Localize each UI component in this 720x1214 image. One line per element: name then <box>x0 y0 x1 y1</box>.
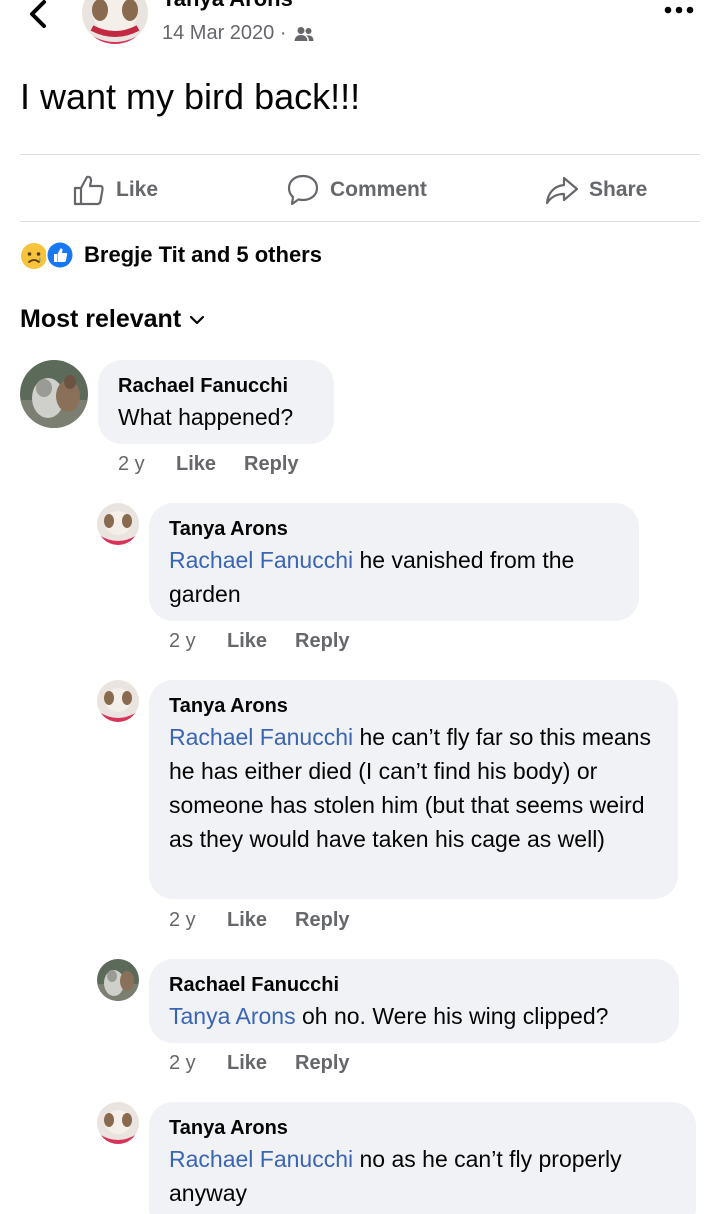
share-button-label: Share <box>589 178 648 201</box>
share-arrow-icon <box>545 176 579 205</box>
reactions-summary[interactable]: Bregje Tit and 5 others <box>20 240 322 270</box>
comment-reply-button[interactable]: Reply <box>295 630 349 653</box>
commenter-avatar[interactable] <box>97 1102 139 1144</box>
commenter-avatar[interactable] <box>97 680 139 722</box>
comment-actions: 2 y Like Reply <box>169 1052 378 1075</box>
comment-button[interactable]: Comment <box>286 170 427 210</box>
comment-like-button[interactable]: Like <box>176 453 216 476</box>
author-avatar[interactable] <box>82 0 148 44</box>
comment-like-button[interactable]: Like <box>227 630 267 653</box>
comment-bubble: Rachael Fanucchi Tanya Arons oh no. Were… <box>149 959 679 1043</box>
reactions-names: Bregje Tit and 5 others <box>84 242 322 267</box>
dog-avatar-icon <box>97 680 139 722</box>
chevron-down-icon <box>190 315 205 324</box>
comment-bubble: Rachael Fanucchi What happened? <box>98 360 334 444</box>
dogs-avatar-icon <box>20 360 88 428</box>
comment-text: What happened? <box>118 404 294 430</box>
comment-text: Rachael Fanucchi he vanished from the ga… <box>169 543 619 611</box>
comment-like-button[interactable]: Like <box>227 1052 267 1075</box>
like-button[interactable]: Like <box>72 170 158 210</box>
comment-reply-button[interactable]: Reply <box>295 909 349 932</box>
more-options-button[interactable] <box>664 6 694 14</box>
more-dots-icon <box>664 6 694 14</box>
comment-actions: 2 y Like Reply <box>118 453 327 476</box>
comment-mention-link[interactable]: Tanya Arons <box>169 1003 296 1029</box>
comment-text: Rachael Fanucchi no as he can’t fly prop… <box>169 1142 676 1210</box>
like-button-label: Like <box>116 178 159 201</box>
commenter-avatar[interactable] <box>97 959 139 1001</box>
comment-reply-button[interactable]: Reply <box>244 453 298 476</box>
dog-avatar-icon <box>82 0 148 44</box>
comment-mention-link[interactable]: Rachael Fanucchi <box>169 724 353 750</box>
comment-author[interactable]: Tanya Arons <box>169 692 658 720</box>
comment-author[interactable]: Rachael Fanucchi <box>118 372 314 400</box>
divider <box>20 154 700 155</box>
dogs-avatar-icon <box>97 959 139 1001</box>
comment-bubble: Tanya Arons Rachael Fanucchi he vanished… <box>149 503 639 621</box>
comment-time[interactable]: 2 y <box>118 453 176 476</box>
comment-actions: 2 y Like Reply <box>169 909 378 932</box>
chevron-left-icon <box>30 0 46 28</box>
comment-time[interactable]: 2 y <box>169 630 227 653</box>
friends-icon <box>294 26 314 41</box>
post-author-name[interactable]: Tanya Arons <box>162 0 293 12</box>
comment-text: Tanya Arons oh no. Were his wing clipped… <box>169 999 659 1033</box>
comment-time[interactable]: 2 y <box>169 1052 227 1075</box>
comment-bubble: Tanya Arons Rachael Fanucchi he can’t fl… <box>149 680 678 899</box>
commenter-avatar[interactable] <box>97 503 139 545</box>
comment-mention-link[interactable]: Rachael Fanucchi <box>169 1146 353 1172</box>
comment-sort-dropdown[interactable]: Most relevant <box>20 305 205 334</box>
back-button[interactable] <box>22 0 58 30</box>
comment-button-label: Comment <box>330 178 427 201</box>
comment-mention-link[interactable]: Rachael Fanucchi <box>169 547 353 573</box>
comment-text: Rachael Fanucchi he can’t fly far so thi… <box>169 720 658 856</box>
comment-actions: 2 y Like Reply <box>169 630 378 653</box>
comment-bubble: Tanya Arons Rachael Fanucchi no as he ca… <box>149 1102 696 1214</box>
comment-author[interactable]: Tanya Arons <box>169 515 619 543</box>
comment-time[interactable]: 2 y <box>169 909 227 932</box>
comment-reply-button[interactable]: Reply <box>295 1052 349 1075</box>
comment-body: oh no. Were his wing clipped? <box>295 1003 609 1029</box>
post-text: I want my bird back!!! <box>20 76 361 117</box>
dog-avatar-icon <box>97 503 139 545</box>
sad-reaction-icon <box>21 241 74 269</box>
comment-bubble-icon <box>287 174 319 206</box>
dog-avatar-icon <box>97 1102 139 1144</box>
thumbs-up-icon <box>73 175 104 206</box>
sort-label: Most relevant <box>20 305 182 333</box>
share-button[interactable]: Share <box>545 170 647 210</box>
post-date[interactable]: 14 Mar 2020 · <box>162 22 287 45</box>
comment-author[interactable]: Tanya Arons <box>169 1114 676 1142</box>
post-meta: 14 Mar 2020 · <box>162 22 314 45</box>
divider <box>20 221 700 222</box>
comment-like-button[interactable]: Like <box>227 909 267 932</box>
comment-author[interactable]: Rachael Fanucchi <box>169 971 659 999</box>
commenter-avatar[interactable] <box>20 360 88 428</box>
